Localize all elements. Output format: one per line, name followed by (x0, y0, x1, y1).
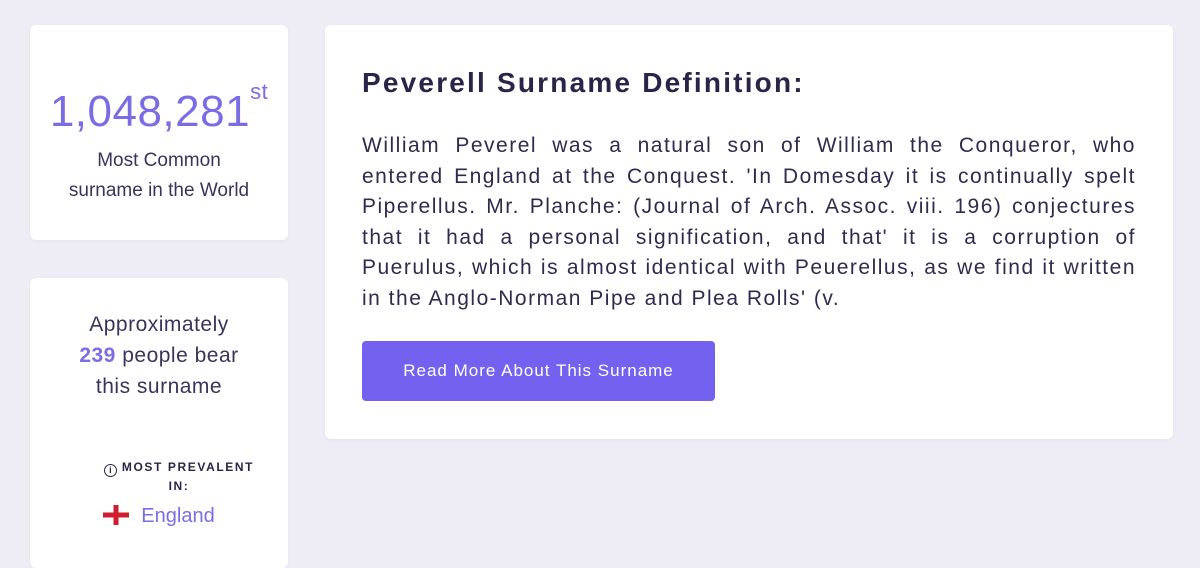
most-prevalent-heading: i MOST PREVALENT IN: (100, 458, 258, 496)
info-icon[interactable]: i (103, 464, 117, 477)
rank-card: 1,048,281st Most Common surname in the W… (30, 25, 288, 240)
population-text: Approximately 239 people bear this surna… (60, 309, 258, 402)
population-card: Approximately 239 people bear this surna… (30, 278, 288, 568)
rank-number: 1,048,281st (30, 81, 288, 137)
rank-caption: Most Common surname in the World (68, 150, 250, 201)
definition-card: Peverell Surname Definition: William Pev… (325, 25, 1173, 439)
most-prevalent-label: MOST PREVALENT IN: (121, 460, 255, 493)
country-name[interactable]: England (141, 505, 214, 527)
prevalent-country[interactable]: England (30, 503, 288, 529)
definition-body: William Peverel was a natural son of Wil… (362, 134, 1136, 310)
rank-suffix: st (250, 79, 269, 104)
population-prefix: Approximately (89, 313, 229, 336)
population-count: 239 (79, 344, 116, 367)
definition-title: Peverell Surname Definition: (362, 67, 805, 98)
population-suffix: people bear this surname (95, 344, 239, 398)
england-flag-icon (103, 505, 130, 525)
read-more-button[interactable]: Read More About This Surname (362, 341, 715, 401)
rank-value: 1,048,281 (49, 87, 251, 136)
